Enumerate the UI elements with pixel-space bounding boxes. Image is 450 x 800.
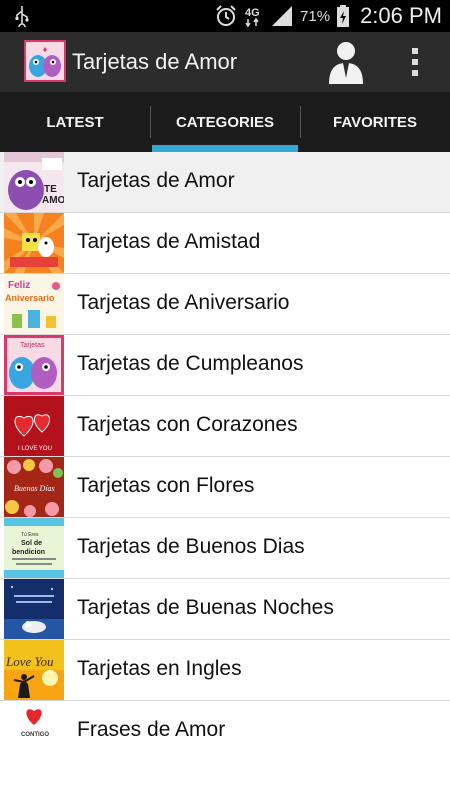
list-item-tarjetas-de-buenos-dias[interactable]: Tú Eres Sol de bendicion Tarjetas de Bue… (0, 518, 450, 579)
app-title: Tarjetas de Amor (72, 49, 238, 74)
svg-text:TE: TE (44, 184, 57, 195)
svg-text:I LOVE YOU: I LOVE YOU (18, 446, 52, 452)
overflow-menu-icon[interactable] (404, 46, 426, 78)
list-item-tarjetas-de-amistad[interactable]: Tarjetas de Amistad (0, 213, 450, 274)
list-item-frases-de-amor[interactable]: CONTIGO TODO ES Frases de Amor (0, 701, 450, 738)
svg-text:Tarjetas: Tarjetas (20, 342, 45, 349)
clock: 2:06 PM (360, 3, 442, 28)
list-item-label: Tarjetas de Amor (77, 169, 235, 192)
category-thumbnail: CONTIGO TODO ES (4, 701, 64, 738)
svg-text:Aniversario: Aniversario (5, 293, 55, 303)
list-item-tarjetas-con-corazones[interactable]: I LOVE YOU Tarjetas con Corazones (0, 396, 450, 457)
category-thumbnail: Love You (4, 640, 64, 700)
svg-text:bendicion: bendicion (12, 549, 45, 556)
category-thumbnail: Tarjetas (4, 335, 64, 395)
category-thumbnail: Tú Eres Sol de bendicion (4, 518, 64, 578)
svg-text:Buenos Días: Buenos Días (14, 484, 55, 493)
list-item-label: Tarjetas de Aniversario (77, 291, 290, 314)
list-item-tarjetas-en-ingles[interactable]: Love You Tarjetas en Ingles (0, 640, 450, 701)
list-item-tarjetas-de-cumpleanos[interactable]: Tarjetas Tarjetas de Cumpleanos (0, 335, 450, 396)
app-logo-icon[interactable] (24, 40, 66, 82)
tab-latest[interactable]: LATEST (0, 92, 150, 152)
list-item-tarjetas-de-buenas-noches[interactable]: Tarjetas de Buenas Noches (0, 579, 450, 640)
svg-text:AMO!: AMO! (42, 195, 64, 206)
list-item-label: Tarjetas en Ingles (77, 657, 242, 680)
svg-text:Feliz: Feliz (8, 280, 30, 291)
category-thumbnail (4, 579, 64, 639)
category-thumbnail (4, 213, 64, 273)
list-item-label: Tarjetas con Corazones (77, 413, 298, 436)
list-item-label: Tarjetas de Buenas Noches (77, 596, 334, 619)
svg-text:4G: 4G (245, 7, 260, 19)
action-bar: Tarjetas de Amor (0, 32, 450, 92)
category-thumbnail: TE AMO! (4, 152, 64, 212)
list-item-tarjetas-de-aniversario[interactable]: Feliz Aniversario Tarjetas de Aniversari… (0, 274, 450, 335)
list-item-label: Frases de Amor (77, 718, 226, 738)
signal-4g-icon: 4G (245, 7, 260, 28)
svg-text:Love You: Love You (5, 654, 54, 669)
tab-bar: LATEST CATEGORIES FAVORITES (0, 92, 450, 152)
status-bar: 4G 71% 2:06 PM (0, 0, 450, 32)
alarm-icon (216, 5, 236, 26)
list-item-label: Tarjetas de Buenos Dias (77, 535, 305, 558)
list-item-label: Tarjetas de Amistad (77, 230, 261, 253)
list-item-label: Tarjetas de Cumpleanos (77, 352, 304, 375)
svg-text:Tú Eres: Tú Eres (21, 532, 39, 538)
svg-text:CONTIGO: CONTIGO (21, 732, 49, 738)
signal-bars-icon (272, 6, 293, 26)
usb-icon (15, 6, 29, 27)
list-item-label: Tarjetas con Flores (77, 474, 255, 497)
tab-categories[interactable]: CATEGORIES (150, 92, 300, 152)
battery-percent: 71% (300, 7, 331, 25)
svg-text:Sol de: Sol de (21, 540, 42, 547)
list-item-tarjetas-de-amor[interactable]: TE AMO! Tarjetas de Amor (0, 152, 450, 213)
category-thumbnail: Feliz Aniversario (4, 274, 64, 334)
tab-favorites[interactable]: FAVORITES (300, 92, 450, 152)
category-list[interactable]: TE AMO! Tarjetas de Amor Tarjetas de Ami… (0, 152, 450, 738)
list-item-tarjetas-con-flores[interactable]: Buenos Días Tarjetas con Flores (0, 457, 450, 518)
category-thumbnail: Buenos Días (4, 457, 64, 517)
user-profile-icon[interactable] (326, 38, 366, 86)
category-thumbnail: I LOVE YOU (4, 396, 64, 456)
battery-icon (337, 5, 350, 27)
